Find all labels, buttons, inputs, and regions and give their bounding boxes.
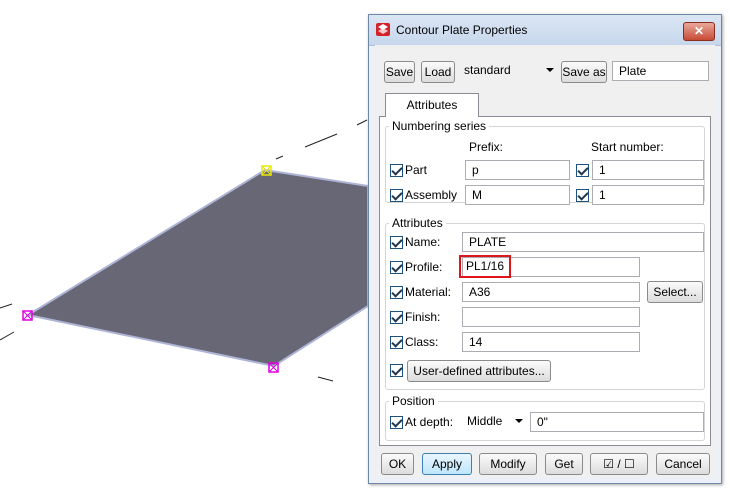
depth-select-value: Middle (467, 414, 503, 428)
chevron-down-icon (515, 419, 523, 423)
part-start-input[interactable]: 1 (592, 160, 704, 180)
tab-attributes[interactable]: Attributes (385, 93, 479, 117)
attributes-group-title: Attributes (389, 216, 446, 230)
profile-label: Profile: (405, 260, 443, 274)
preset-select[interactable]: standard (459, 60, 559, 80)
attributes-tab-panel: Numbering series Prefix: Start number: P… (379, 116, 711, 446)
assembly-start-input[interactable]: 1 (592, 185, 704, 205)
user-defined-attributes-button[interactable]: User-defined attributes... (407, 360, 551, 382)
close-button[interactable]: ✕ (683, 22, 715, 41)
class-label: Class: (405, 335, 439, 349)
depth-offset-input[interactable]: 0" (530, 412, 704, 432)
assembly-prefix-input[interactable]: M (465, 185, 570, 205)
assembly-start-checkbox[interactable] (576, 189, 589, 202)
dialog-body: Save Load standard Save as Plate Attribu… (375, 45, 715, 477)
depth-select[interactable]: Middle (462, 411, 528, 431)
save-as-name-input[interactable]: Plate (612, 61, 709, 81)
name-input[interactable]: PLATE (462, 232, 704, 252)
at-depth-label: At depth: (405, 415, 454, 429)
contour-plate[interactable] (25, 168, 369, 368)
profile-checkbox[interactable] (390, 261, 403, 274)
load-button[interactable]: Load (421, 61, 455, 83)
part-prefix-input[interactable]: p (465, 160, 570, 180)
start-number-header: Start number: (591, 140, 664, 154)
dialog-title: Contour Plate Properties (396, 23, 528, 37)
part-label: Part (405, 163, 428, 177)
cancel-button[interactable]: Cancel (656, 453, 710, 475)
name-label: Name: (405, 235, 441, 249)
material-label: Material: (405, 285, 452, 299)
material-checkbox[interactable] (390, 286, 403, 299)
numbering-series-title: Numbering series (389, 119, 490, 133)
name-checkbox[interactable] (390, 236, 403, 249)
ok-button[interactable]: OK (381, 453, 414, 475)
save-button[interactable]: Save (384, 61, 415, 83)
get-button[interactable]: Get (545, 453, 583, 475)
part-start-checkbox[interactable] (576, 164, 589, 177)
class-input[interactable]: 14 (462, 332, 640, 352)
contour-plate-properties-dialog: Contour Plate Properties ✕ Save Load sta… (368, 14, 722, 484)
title-bar[interactable]: Contour Plate Properties ✕ (369, 15, 721, 46)
tekla-app-icon (376, 23, 390, 36)
depth-checkbox[interactable] (390, 416, 403, 429)
select-toggle-button[interactable]: ☑ / ☐ (590, 453, 648, 475)
finish-label: Finish: (405, 310, 441, 324)
user-defined-checkbox[interactable] (390, 364, 403, 377)
position-group-title: Position (389, 394, 438, 408)
apply-button[interactable]: Apply (422, 453, 472, 475)
assembly-checkbox[interactable] (390, 189, 403, 202)
profile-value-highlight: PL1/16 (459, 255, 511, 278)
select-material-button[interactable]: Select... (647, 281, 703, 303)
prefix-header: Prefix: (469, 140, 504, 154)
preset-select-value: standard (464, 63, 511, 77)
save-as-button[interactable]: Save as (561, 61, 607, 83)
part-checkbox[interactable] (390, 164, 403, 177)
chevron-down-icon (546, 68, 554, 72)
finish-checkbox[interactable] (390, 311, 403, 324)
material-input[interactable]: A36 (462, 282, 640, 302)
modify-button[interactable]: Modify (479, 453, 537, 475)
finish-input[interactable] (462, 307, 640, 327)
assembly-label: Assembly (405, 188, 458, 202)
class-checkbox[interactable] (390, 336, 403, 349)
